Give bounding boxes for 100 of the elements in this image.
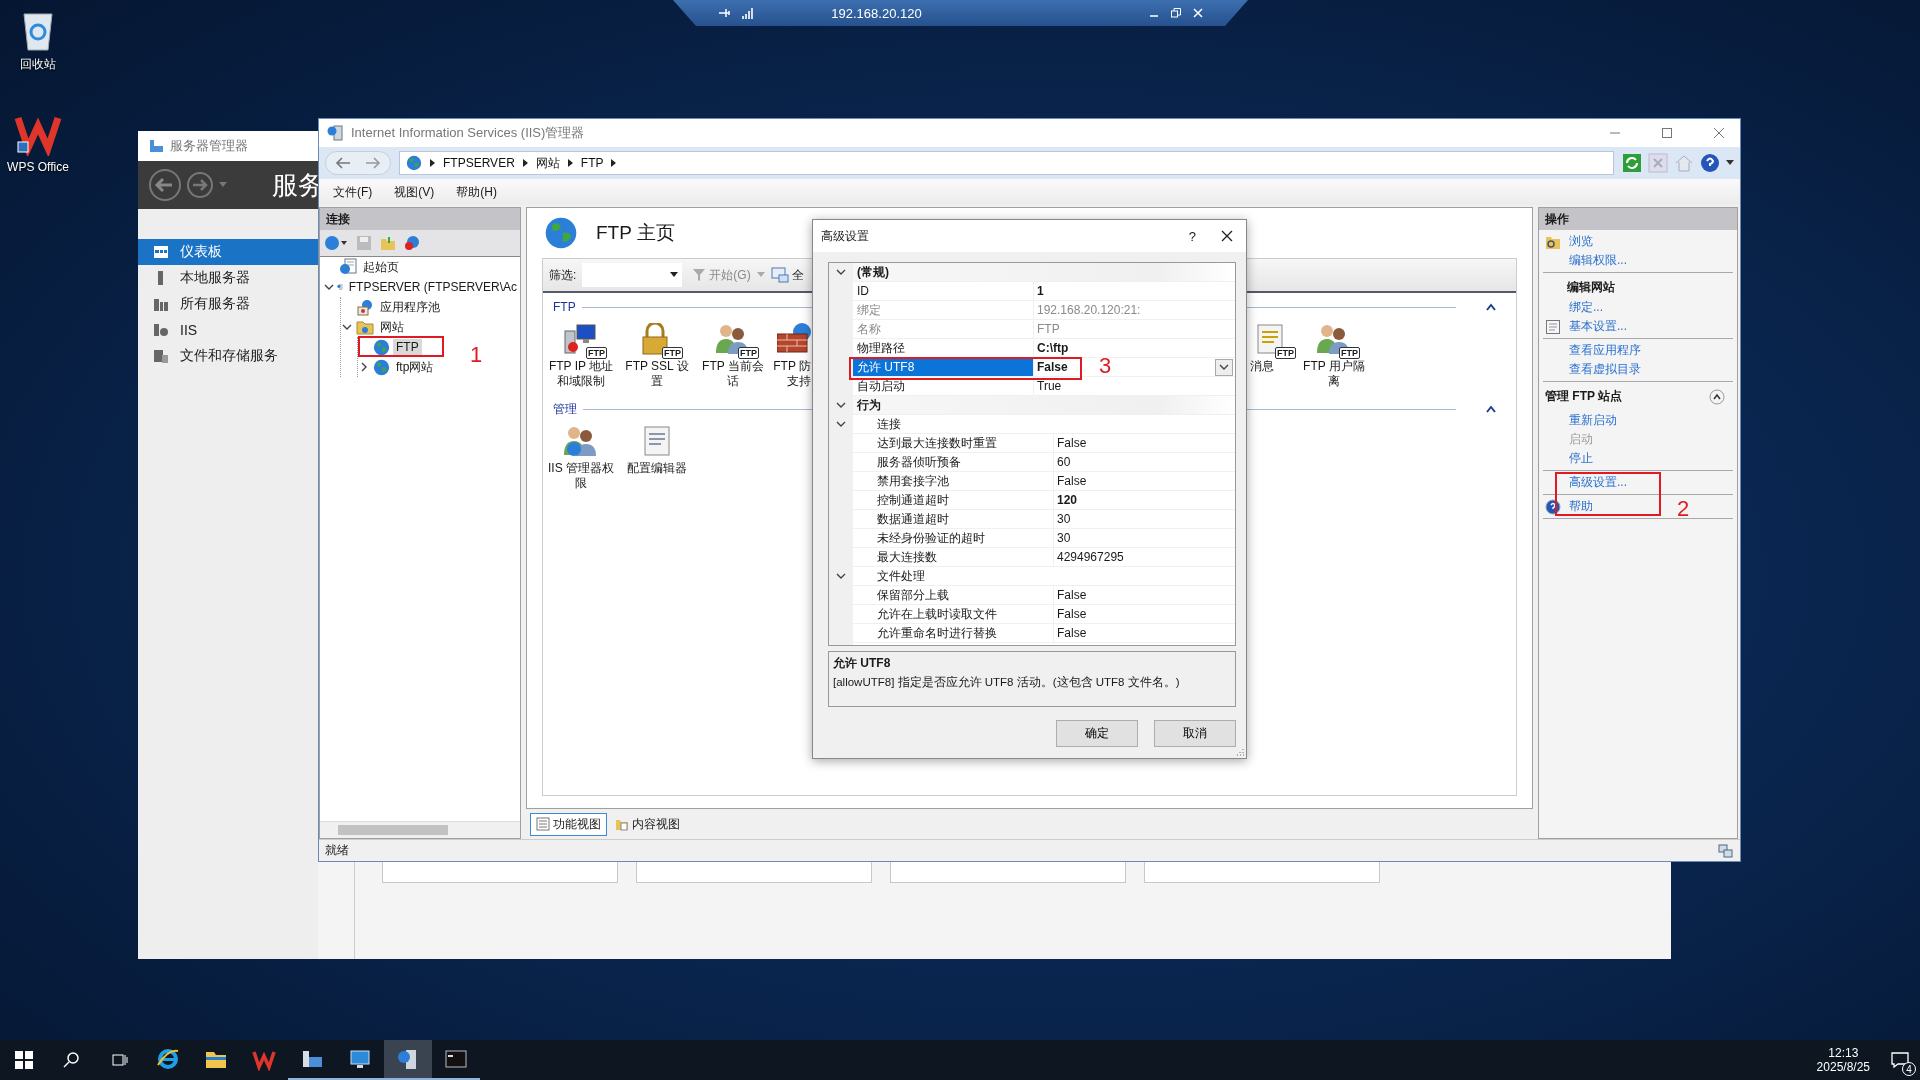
view-tab[interactable]: 内容视图 [609,812,686,836]
windows-logo-icon[interactable] [15,1051,33,1069]
action-link[interactable]: 帮助 [1569,498,1593,515]
property-value[interactable]: 60 [1057,455,1071,469]
caret-icon[interactable] [1726,160,1734,166]
expand-toggle[interactable] [342,322,352,332]
expand-toggle[interactable] [836,571,846,581]
breadcrumb-item[interactable]: FTPSERVER [443,156,515,170]
refresh-icon[interactable] [1622,153,1642,173]
property-value[interactable]: 30 [1057,531,1071,545]
feature-item[interactable]: FTP FTP SSL 设置 [619,323,695,389]
expand-toggle[interactable] [359,362,369,372]
menu-item[interactable]: 视图(V) [394,183,435,201]
close-icon[interactable] [1220,229,1234,243]
property-value[interactable]: False [1037,360,1068,374]
property-value[interactable]: 4294967295 [1057,550,1124,564]
pin-icon[interactable] [717,6,731,20]
property-name[interactable]: ID [853,282,1034,300]
show-all-button[interactable]: 全 [770,266,804,284]
property-value[interactable]: False [1057,436,1087,450]
tree-item[interactable]: 起始页 [360,257,402,277]
maximize-icon[interactable] [1660,126,1674,140]
back-icon[interactable] [334,156,352,170]
notification-button[interactable]: 4 [1880,1040,1920,1080]
help-icon[interactable] [1700,153,1720,173]
feature-item[interactable]: FTP FTP IP 地址和域限制 [543,323,619,389]
action-link[interactable]: 浏览 [1569,233,1593,250]
taskbar-app[interactable] [384,1040,432,1080]
action-link[interactable]: 绑定... [1569,299,1603,316]
breadcrumb-item[interactable]: FTP [580,156,604,170]
action-link[interactable]: 重新启动 [1569,412,1617,429]
property-name[interactable]: 允许重命名时进行替换 [853,624,1054,642]
ok-button[interactable]: 确定 [1056,720,1138,747]
property-value[interactable]: False [1057,588,1087,602]
tree-item[interactable]: FTP [393,339,422,355]
property-value[interactable]: C:\ftp [1037,341,1069,355]
nav-item[interactable]: 仪表板 [138,239,318,265]
expand-toggle[interactable] [836,400,846,410]
filter-field[interactable] [582,263,683,287]
property-name[interactable]: 控制通道超时 [853,491,1054,509]
property-name[interactable]: 最大连接数 [853,548,1054,566]
search-icon[interactable] [63,1051,81,1069]
task-view-icon[interactable] [111,1051,129,1069]
globe-icon[interactable] [404,235,420,251]
collapse-icon[interactable] [1486,405,1496,413]
property-name[interactable]: 保留部分上载 [853,586,1054,604]
tree-item[interactable]: FTPSERVER (FTPSERVER\Ac [345,279,520,295]
scrollbar[interactable] [320,821,520,838]
nav-item[interactable]: IIS [138,317,318,343]
property-value[interactable]: 30 [1057,512,1071,526]
feature-item[interactable]: 配置编辑器 [619,425,695,491]
monitor-icon[interactable] [348,1047,372,1071]
nav-item[interactable]: 本地服务器 [138,265,318,291]
tree-item[interactable]: 应用程序池 [377,297,443,317]
dropdown-button[interactable] [1215,358,1233,376]
cancel-button[interactable]: 取消 [1154,720,1236,747]
expand-toggle[interactable] [324,282,334,292]
terminal-icon[interactable] [444,1047,468,1071]
clock-date[interactable]: 2025/8/25 [1816,1060,1870,1074]
breadcrumb-item[interactable]: 网站 [535,154,560,172]
tree-item[interactable]: 网站 [377,317,407,337]
action-link[interactable]: 查看应用程序 [1569,342,1641,359]
feature-item[interactable]: FTP 消息 [1250,323,1296,389]
collapse-icon[interactable] [1486,303,1496,311]
property-name[interactable]: 自动启动 [853,377,1034,395]
feature-item[interactable]: FTP FTP 当前会话 [695,323,771,389]
expand-toggle[interactable] [836,267,846,277]
help-button[interactable]: ? [1188,228,1196,244]
property-name[interactable]: 数据通道超时 [853,510,1054,528]
action-link[interactable]: 编辑权限... [1569,252,1627,269]
action-link[interactable]: 高级设置... [1569,474,1627,491]
resize-grip-icon[interactable] [1236,748,1244,756]
nav-item[interactable]: 文件和存储服务 [138,343,318,369]
property-name[interactable]: 禁用套接字池 [853,472,1054,490]
feature-item[interactable]: IIS 管理器权限 [543,425,619,491]
property-name[interactable]: 达到最大连接数时重置 [853,434,1054,452]
property-value[interactable]: 1 [1037,284,1044,298]
property-value[interactable]: False [1057,626,1087,640]
nav-item[interactable]: 所有服务器 [138,291,318,317]
property-value[interactable]: 120 [1057,493,1078,507]
caret-icon[interactable] [1219,362,1229,372]
property-value[interactable]: False [1057,607,1087,621]
forward-icon[interactable] [186,171,214,199]
action-link[interactable]: 停止 [1569,450,1593,467]
feature-item[interactable]: FTP 防 支持 [771,323,811,389]
collapse-icon[interactable] [1709,388,1725,405]
caret-icon[interactable] [670,272,679,278]
view-tab[interactable]: 功能视图 [530,812,607,836]
back-icon[interactable] [148,168,182,202]
menu-item[interactable]: 文件(F) [333,183,373,201]
desktop-icon-label[interactable]: 回收站 [20,56,56,73]
property-name[interactable]: 未经身份验证的超时 [853,529,1054,547]
browser-icon[interactable] [156,1047,180,1071]
address-bar[interactable]: FTPSERVER 网站 FTP [399,151,1614,175]
action-link[interactable]: 基本设置... [1569,318,1627,335]
feature-item[interactable]: FTP FTP 用户隔离 [1296,323,1372,389]
navigation-buttons[interactable] [325,151,391,175]
globe-icon[interactable] [324,235,348,251]
property-value[interactable]: True [1037,379,1062,393]
action-link[interactable]: 查看虚拟目录 [1569,361,1641,378]
